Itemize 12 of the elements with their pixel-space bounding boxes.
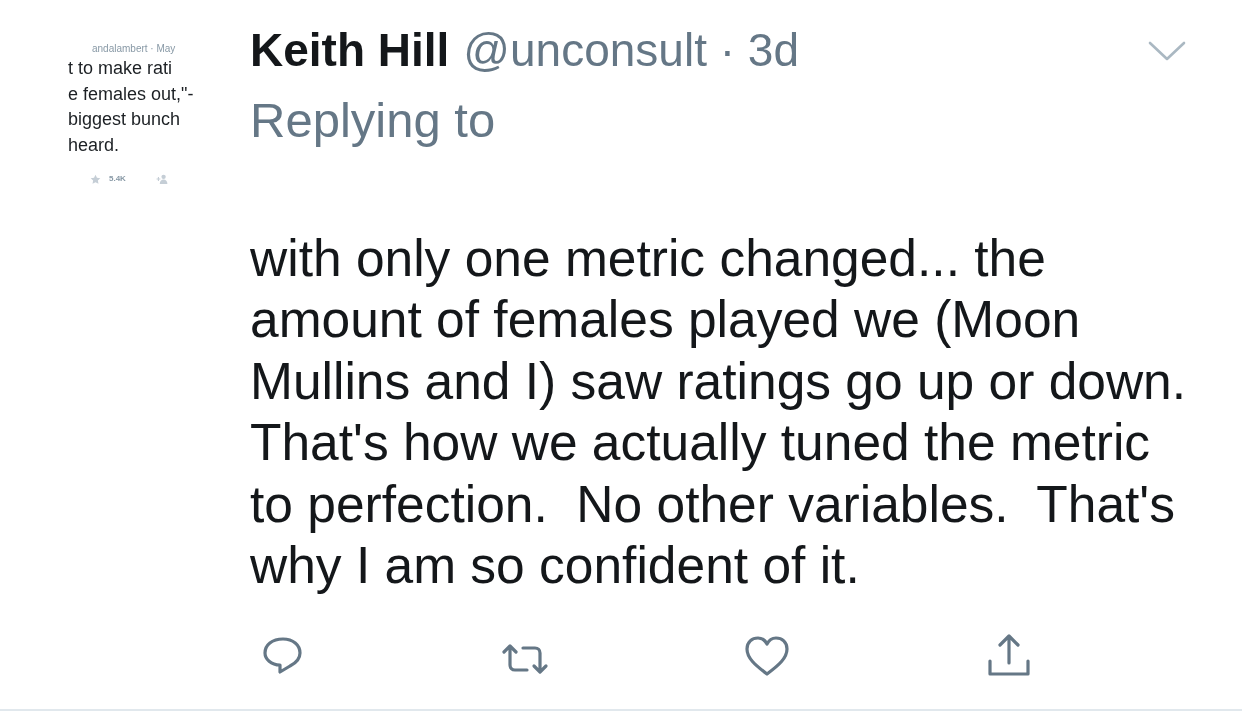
tweet-text-line: biggest bunch: [67, 108, 182, 131]
star-icon: [90, 173, 101, 185]
person-add-icon: [155, 174, 169, 184]
handle-and-time: @unconsult · 3d: [463, 23, 799, 78]
replying-to-text: Replying to: [250, 92, 496, 149]
byline-text: andalambert · May: [91, 42, 177, 56]
like-count: 5.4K: [109, 173, 126, 185]
tweet-text: with only one metric changed... the amount of females played we (Moon Mullins and I) saw ratings go up or down. That's how we actually tuned the metric to perfection. No other variables. That's why I am so confident of it.: [250, 228, 1188, 597]
tweet-text-line: e females out,"-: [67, 82, 195, 106]
tweet-text-line: heard.: [67, 133, 121, 157]
tweet-text-line: t to make rati: [67, 57, 174, 80]
author-name: Keith Hill: [250, 23, 450, 78]
